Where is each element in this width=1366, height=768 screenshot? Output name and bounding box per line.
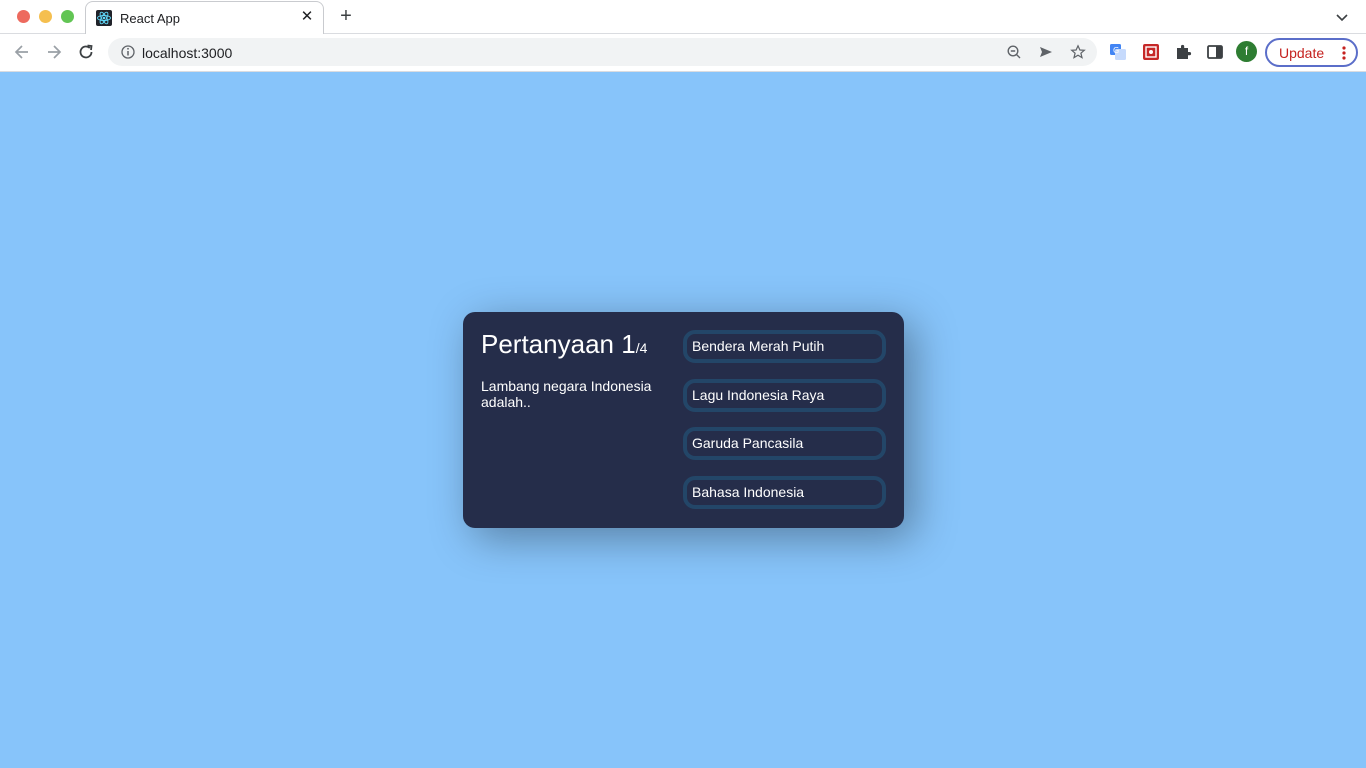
question-heading-prefix: Pertanyaan xyxy=(481,329,622,359)
react-logo-icon xyxy=(96,10,112,26)
forward-arrow-icon[interactable] xyxy=(44,42,64,62)
side-panel-icon[interactable] xyxy=(1206,43,1224,61)
question-heading: Pertanyaan 1/4 xyxy=(481,329,647,360)
page-viewport: Pertanyaan 1/4 Lambang negara Indonesia … xyxy=(0,72,1366,768)
question-number: 1 xyxy=(621,329,636,359)
tab-close-icon[interactable]: ✕ xyxy=(299,9,315,25)
quiz-card: Pertanyaan 1/4 Lambang negara Indonesia … xyxy=(463,312,904,528)
svg-text:G: G xyxy=(1113,46,1119,55)
answer-button[interactable]: Lagu Indonesia Raya xyxy=(683,379,886,412)
profile-avatar[interactable]: f xyxy=(1236,41,1257,62)
send-icon[interactable] xyxy=(1038,44,1054,60)
update-button[interactable]: Update xyxy=(1265,38,1358,67)
question-text: Lambang negara Indonesia adalah.. xyxy=(481,378,652,410)
back-arrow-icon[interactable] xyxy=(12,42,32,62)
new-tab-button[interactable]: + xyxy=(336,6,356,26)
answer-button[interactable]: Bendera Merah Putih xyxy=(683,330,886,363)
screenshot-extension-icon[interactable] xyxy=(1142,43,1160,61)
translate-extension-icon[interactable]: G xyxy=(1109,43,1127,61)
question-total: /4 xyxy=(635,340,648,356)
address-bar[interactable]: localhost:3000 xyxy=(108,38,1097,66)
browser-tab[interactable]: React App ✕ xyxy=(85,1,324,35)
url-text[interactable]: localhost:3000 xyxy=(142,45,232,61)
bookmark-star-icon[interactable] xyxy=(1070,44,1086,60)
reload-icon[interactable] xyxy=(76,42,96,62)
browser-toolbar: localhost:3000 G f Update xyxy=(0,34,1366,72)
tab-title: React App xyxy=(120,11,180,26)
tab-search-chevron-icon[interactable] xyxy=(1334,9,1350,25)
answer-button[interactable]: Garuda Pancasila xyxy=(683,427,886,460)
answer-button[interactable]: Bahasa Indonesia xyxy=(683,476,886,509)
extensions-puzzle-icon[interactable] xyxy=(1174,43,1192,61)
update-button-label: Update xyxy=(1279,45,1325,61)
more-vertical-icon xyxy=(1342,45,1346,61)
window-maximize-button[interactable] xyxy=(61,10,74,23)
window-close-button[interactable] xyxy=(17,10,30,23)
window-minimize-button[interactable] xyxy=(39,10,52,23)
site-info-icon[interactable] xyxy=(120,44,136,60)
tab-strip: React App ✕ + xyxy=(0,0,1366,35)
zoom-out-icon[interactable] xyxy=(1006,44,1022,60)
